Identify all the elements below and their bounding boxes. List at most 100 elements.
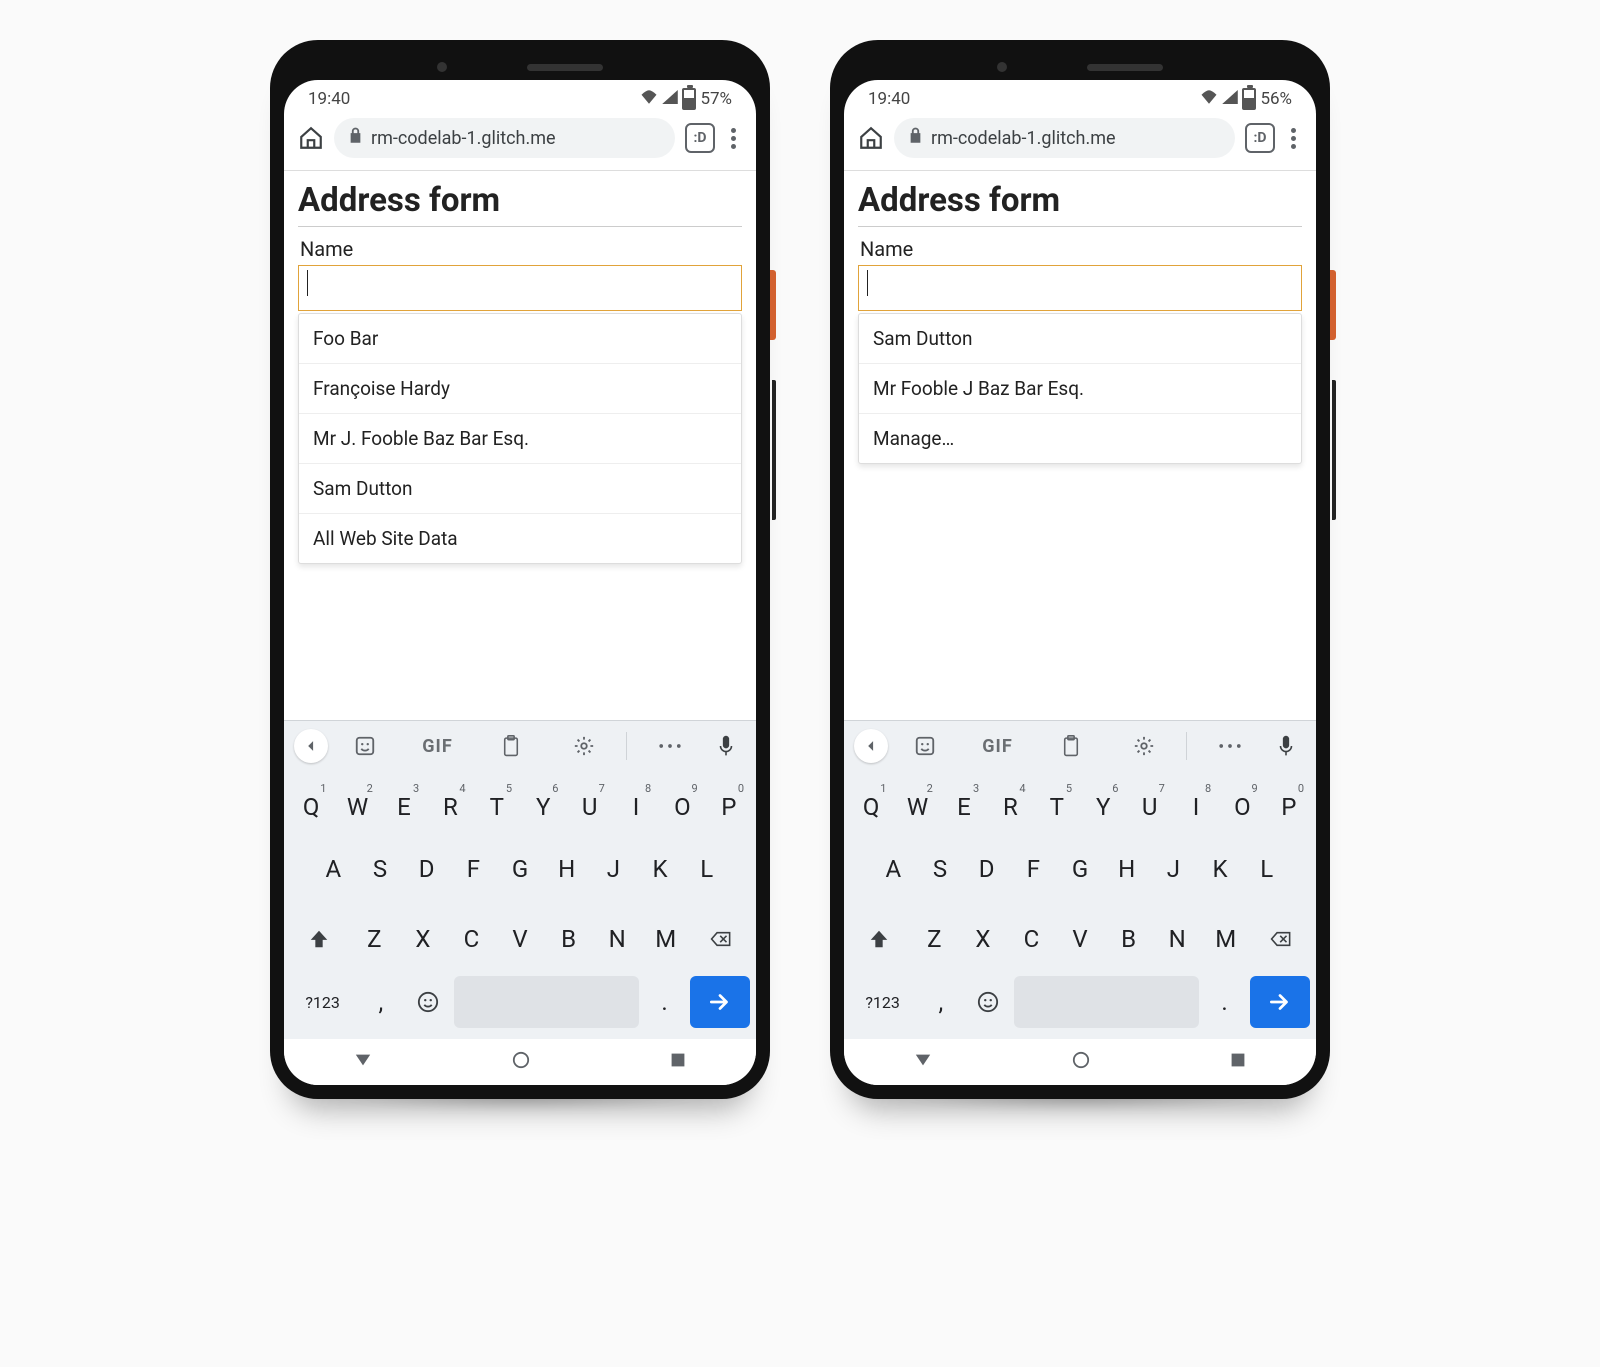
shift-key[interactable] <box>290 910 348 968</box>
clipboard-icon[interactable] <box>474 735 547 757</box>
key-z[interactable]: Z <box>352 910 397 968</box>
autofill-suggestion[interactable]: Foo Bar <box>299 314 741 364</box>
key-i[interactable]: I8 <box>615 780 657 834</box>
autofill-suggestion[interactable]: Sam Dutton <box>299 464 741 514</box>
key-q[interactable]: Q1 <box>290 780 332 834</box>
emoji-key[interactable] <box>967 976 1010 1028</box>
symbols-key[interactable]: ?123 <box>850 976 915 1028</box>
key-e[interactable]: E3 <box>943 780 985 834</box>
url-bar[interactable]: rm-codelab-1.glitch.me <box>894 118 1235 158</box>
key-s[interactable]: S <box>919 840 962 898</box>
autofill-suggestion[interactable]: All Web Site Data <box>299 514 741 563</box>
more-icon[interactable] <box>633 742 706 750</box>
key-v[interactable]: V <box>498 910 543 968</box>
nav-back-icon[interactable] <box>354 1051 372 1073</box>
overflow-menu-icon[interactable] <box>725 128 742 149</box>
autofill-suggestion[interactable]: Sam Dutton <box>859 314 1301 364</box>
nav-recent-icon[interactable] <box>1230 1052 1246 1072</box>
enter-key[interactable] <box>1250 976 1310 1028</box>
key-l[interactable]: L <box>685 840 728 898</box>
key-r[interactable]: R4 <box>429 780 471 834</box>
key-l[interactable]: L <box>1245 840 1288 898</box>
key-k[interactable]: K <box>1199 840 1242 898</box>
comma-key[interactable]: , <box>919 976 962 1028</box>
space-key[interactable] <box>1014 976 1199 1028</box>
key-o[interactable]: O9 <box>661 780 703 834</box>
mic-icon[interactable] <box>1266 735 1306 757</box>
nav-home-icon[interactable] <box>1072 1051 1090 1073</box>
autofill-suggestion[interactable]: Mr Fooble J Baz Bar Esq. <box>859 364 1301 414</box>
settings-icon[interactable] <box>1107 735 1180 757</box>
key-n[interactable]: N <box>595 910 640 968</box>
key-f[interactable]: F <box>1012 840 1055 898</box>
key-g[interactable]: G <box>499 840 542 898</box>
kb-collapse-button[interactable] <box>294 729 328 763</box>
key-r[interactable]: R4 <box>989 780 1031 834</box>
key-v[interactable]: V <box>1058 910 1103 968</box>
nav-recent-icon[interactable] <box>670 1052 686 1072</box>
clipboard-icon[interactable] <box>1034 735 1107 757</box>
key-t[interactable]: T5 <box>476 780 518 834</box>
gif-button[interactable]: GIF <box>961 736 1034 757</box>
key-g[interactable]: G <box>1059 840 1102 898</box>
period-key[interactable]: . <box>643 976 686 1028</box>
period-key[interactable]: . <box>1203 976 1246 1028</box>
key-y[interactable]: Y6 <box>1082 780 1124 834</box>
key-b[interactable]: B <box>1106 910 1151 968</box>
key-x[interactable]: X <box>401 910 446 968</box>
home-icon[interactable] <box>298 125 324 151</box>
key-p[interactable]: P0 <box>708 780 750 834</box>
key-c[interactable]: C <box>1009 910 1054 968</box>
name-input[interactable] <box>858 265 1302 311</box>
key-j[interactable]: J <box>1152 840 1195 898</box>
key-a[interactable]: A <box>872 840 915 898</box>
space-key[interactable] <box>454 976 639 1028</box>
kb-collapse-button[interactable] <box>854 729 888 763</box>
key-q[interactable]: Q1 <box>850 780 892 834</box>
overflow-menu-icon[interactable] <box>1285 128 1302 149</box>
nav-home-icon[interactable] <box>512 1051 530 1073</box>
comma-key[interactable]: , <box>359 976 402 1028</box>
shift-key[interactable] <box>850 910 908 968</box>
key-s[interactable]: S <box>359 840 402 898</box>
autofill-suggestion[interactable]: Manage… <box>859 414 1301 463</box>
autofill-suggestion[interactable]: Françoise Hardy <box>299 364 741 414</box>
key-b[interactable]: B <box>546 910 591 968</box>
key-a[interactable]: A <box>312 840 355 898</box>
tab-switcher-button[interactable]: :D <box>685 123 715 153</box>
emoji-key[interactable] <box>407 976 450 1028</box>
key-m[interactable]: M <box>643 910 688 968</box>
key-i[interactable]: I8 <box>1175 780 1217 834</box>
gif-button[interactable]: GIF <box>401 736 474 757</box>
key-o[interactable]: O9 <box>1221 780 1263 834</box>
key-c[interactable]: C <box>449 910 494 968</box>
key-d[interactable]: D <box>965 840 1008 898</box>
backspace-key[interactable] <box>692 910 750 968</box>
key-t[interactable]: T5 <box>1036 780 1078 834</box>
key-p[interactable]: P0 <box>1268 780 1310 834</box>
key-m[interactable]: M <box>1203 910 1248 968</box>
tab-switcher-button[interactable]: :D <box>1245 123 1275 153</box>
key-j[interactable]: J <box>592 840 635 898</box>
more-icon[interactable] <box>1193 742 1266 750</box>
key-h[interactable]: H <box>1105 840 1148 898</box>
url-bar[interactable]: rm-codelab-1.glitch.me <box>334 118 675 158</box>
key-u[interactable]: U7 <box>568 780 610 834</box>
symbols-key[interactable]: ?123 <box>290 976 355 1028</box>
backspace-key[interactable] <box>1252 910 1310 968</box>
mic-icon[interactable] <box>706 735 746 757</box>
key-k[interactable]: K <box>639 840 682 898</box>
key-n[interactable]: N <box>1155 910 1200 968</box>
autofill-suggestion[interactable]: Mr J. Fooble Baz Bar Esq. <box>299 414 741 464</box>
key-f[interactable]: F <box>452 840 495 898</box>
key-h[interactable]: H <box>545 840 588 898</box>
name-input[interactable] <box>298 265 742 311</box>
enter-key[interactable] <box>690 976 750 1028</box>
key-w[interactable]: W2 <box>336 780 378 834</box>
key-y[interactable]: Y6 <box>522 780 564 834</box>
key-w[interactable]: W2 <box>896 780 938 834</box>
key-d[interactable]: D <box>405 840 448 898</box>
key-u[interactable]: U7 <box>1128 780 1170 834</box>
key-e[interactable]: E3 <box>383 780 425 834</box>
nav-back-icon[interactable] <box>914 1051 932 1073</box>
